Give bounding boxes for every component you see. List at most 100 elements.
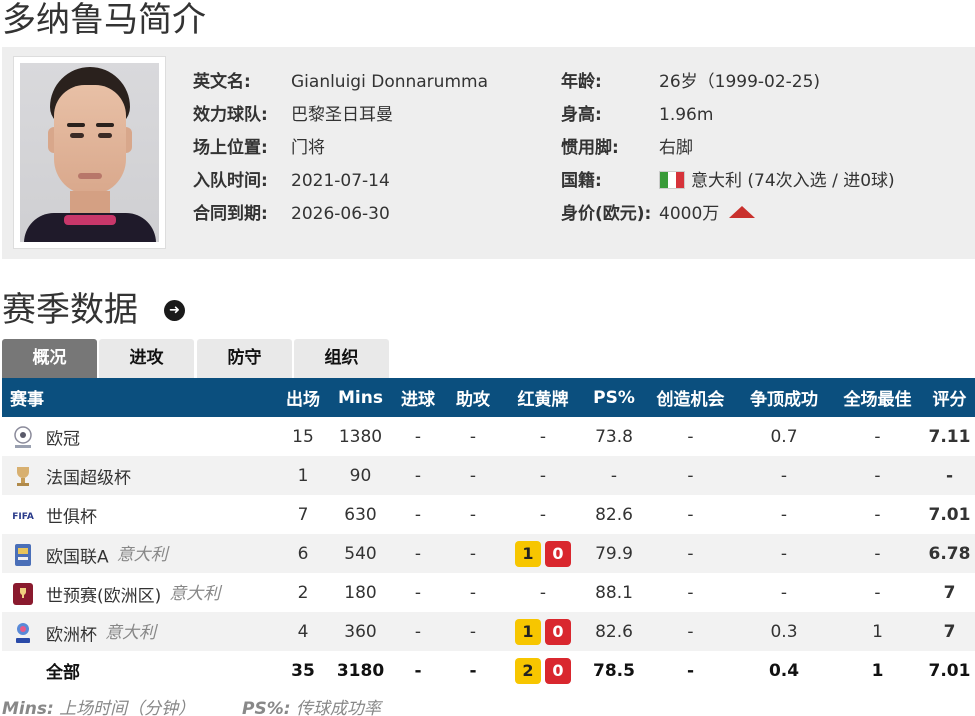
- competition-name[interactable]: 欧国联A: [46, 547, 109, 567]
- competition-team: 意大利: [105, 622, 156, 643]
- goals-cell: -: [414, 660, 422, 681]
- assists-cell: -: [469, 660, 477, 681]
- table-header-row: 赛事 出场 Mins 进球 助攻 红黄牌 PS% 创造机会 争顶成功 全场最佳 …: [2, 378, 975, 417]
- competition-name[interactable]: 世预赛(欧洲区): [46, 586, 161, 606]
- apps-cell: 35: [291, 660, 315, 681]
- total-label: 全部: [46, 663, 80, 683]
- table-row: 法国超级杯 1 90- - - - - - - -: [2, 456, 975, 495]
- italy-flag-icon: [659, 171, 685, 189]
- mins-cell: 360: [329, 612, 392, 651]
- competition-cell[interactable]: 欧国联A 意大利: [2, 534, 277, 573]
- ps-cell: 82.6: [595, 504, 633, 525]
- chances-cell: -: [644, 456, 737, 495]
- player-photo: [13, 56, 166, 249]
- competition-team: 意大利: [169, 583, 221, 604]
- cards-cell: -: [539, 582, 547, 603]
- competition-name[interactable]: 法国超级杯: [46, 468, 131, 488]
- value-up-arrow-icon: [729, 206, 756, 218]
- rating-cell: 7: [924, 612, 975, 651]
- chances-cell: -: [687, 426, 694, 447]
- assists-cell: -: [444, 534, 502, 573]
- competition-cell[interactable]: 法国超级杯: [2, 456, 277, 495]
- footnote: Mins: 上场时间（分钟） PS%: 传球成功率: [2, 699, 381, 716]
- goals-cell: -: [414, 426, 422, 447]
- yellow-card-count: 1: [515, 618, 541, 645]
- nations-league-icon: [10, 542, 36, 568]
- apps-cell: 2: [297, 582, 309, 603]
- assists-cell: -: [444, 612, 502, 651]
- goals-cell: -: [392, 456, 444, 495]
- assists-cell: -: [469, 426, 477, 447]
- fifa-icon: FIFA: [10, 502, 36, 528]
- motm-cell: -: [874, 426, 881, 447]
- assists-cell: -: [469, 504, 477, 525]
- aerials-cell: 0.7: [770, 426, 798, 447]
- rating-cell: 6.78: [924, 534, 975, 573]
- motm-cell: -: [831, 456, 924, 495]
- apps-cell: 15: [292, 426, 314, 447]
- champions-league-icon: [10, 424, 36, 450]
- aerials-cell: 0.3: [737, 612, 831, 651]
- tab-attack[interactable]: 进攻: [99, 339, 194, 378]
- tab-overview[interactable]: 概况: [2, 339, 97, 378]
- assists-cell: -: [444, 456, 502, 495]
- mins-cell: 540: [329, 534, 392, 573]
- chances-cell: -: [686, 660, 695, 681]
- competition-cell[interactable]: 世预赛(欧洲区) 意大利: [2, 573, 277, 612]
- mins-cell: 1380: [338, 426, 383, 447]
- aerials-cell: 0.4: [768, 660, 800, 681]
- competition-cell[interactable]: 欧冠: [2, 417, 277, 456]
- chances-cell: -: [687, 504, 694, 525]
- aerials-cell: -: [780, 582, 788, 603]
- table-row: 欧洲杯 意大利 4 360- -1 0 82.6-0.3 1 7: [2, 612, 975, 651]
- cards-cell: 10: [502, 612, 584, 651]
- ps-cell: 78.5: [593, 660, 635, 681]
- tab-organize[interactable]: 组织: [294, 339, 389, 378]
- goals-cell: -: [414, 504, 422, 525]
- competition-name[interactable]: 世俱杯: [46, 507, 97, 527]
- motm-cell: 1: [831, 612, 924, 651]
- season-stats-table: 赛事 出场 Mins 进球 助攻 红黄牌 PS% 创造机会 争顶成功 全场最佳 …: [2, 378, 975, 690]
- ps-cell: 79.9: [584, 534, 644, 573]
- chances-cell: -: [644, 534, 737, 573]
- goals-cell: -: [414, 582, 422, 603]
- goals-cell: -: [392, 612, 444, 651]
- table-row: 世预赛(欧洲区) 意大利 2 180 - - - 88.1 - - - 7: [2, 573, 975, 612]
- competition-name[interactable]: 欧洲杯: [46, 625, 97, 645]
- apps-cell: 1: [277, 456, 329, 495]
- cards-cell: 10: [502, 534, 584, 573]
- assists-cell: -: [469, 582, 477, 603]
- rating-cell: 7.01: [928, 660, 971, 681]
- red-card-count: 0: [545, 618, 571, 645]
- ps-cell: 88.1: [595, 582, 633, 603]
- rating-cell: 7.11: [928, 426, 971, 447]
- ps-cell: 82.6: [584, 612, 644, 651]
- ps-cell: 73.8: [595, 426, 633, 447]
- world-cup-qualifier-icon: [10, 581, 36, 607]
- tab-defense[interactable]: 防守: [197, 339, 292, 378]
- motm-cell: -: [874, 582, 881, 603]
- chances-cell: -: [687, 582, 694, 603]
- table-total-row: 全部 35 3180 - - 2 0 78.5 - 0.4 1 7.01: [2, 651, 975, 690]
- rating-cell: -: [924, 456, 975, 495]
- red-card-count: 0: [545, 657, 571, 684]
- euro-icon: [10, 620, 36, 646]
- motm-cell: 1: [871, 660, 884, 681]
- mins-cell: 630: [344, 504, 377, 525]
- competition-name[interactable]: 欧冠: [46, 429, 80, 449]
- page-title: 多纳鲁马简介: [2, 0, 206, 40]
- rating-cell: 7: [943, 582, 956, 603]
- competition-cell[interactable]: 欧洲杯 意大利: [2, 612, 277, 651]
- cards-cell: -: [539, 426, 547, 447]
- cards-cell: 20: [502, 651, 584, 690]
- apps-cell: 4: [277, 612, 329, 651]
- competition-cell[interactable]: FIFA 世俱杯: [2, 495, 277, 534]
- table-row: FIFA 世俱杯 7 630 - - - 82.6 - - - 7.01: [2, 495, 975, 534]
- cards-cell: -: [502, 456, 584, 495]
- competition-team: 意大利: [116, 544, 168, 565]
- rating-cell: 7.01: [928, 504, 971, 525]
- section-title: 赛季数据: [2, 290, 138, 330]
- goals-cell: -: [392, 534, 444, 573]
- svg-text:FIFA: FIFA: [12, 512, 34, 522]
- arrow-right-circle-icon[interactable]: ➜: [164, 300, 185, 321]
